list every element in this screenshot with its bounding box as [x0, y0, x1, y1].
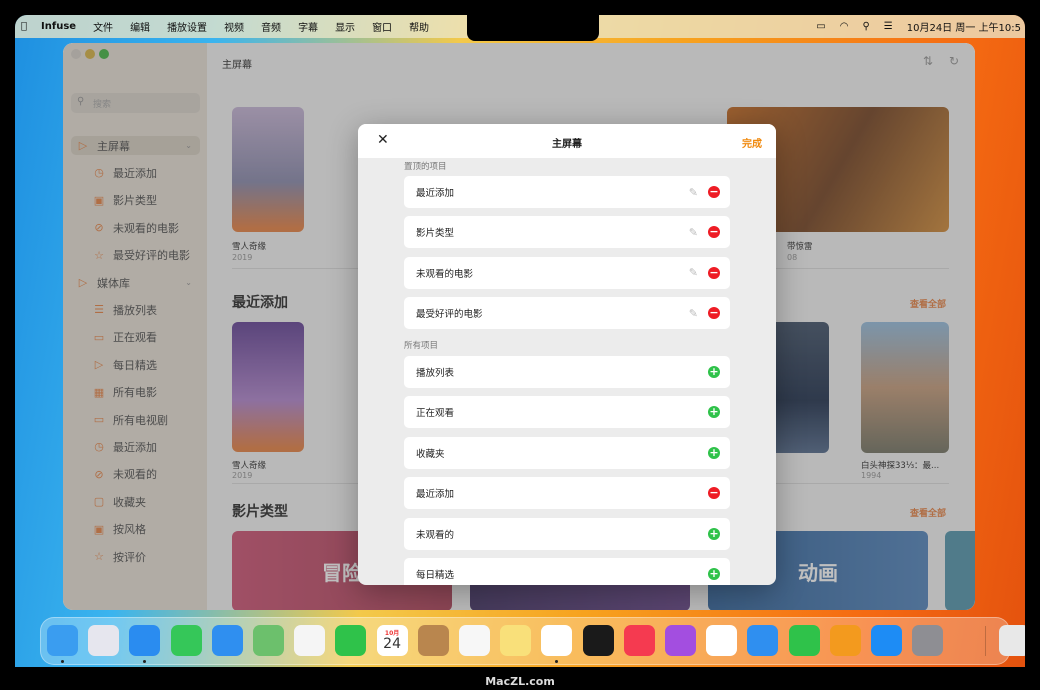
dock: 10月 24: [40, 617, 1025, 665]
trash-icon[interactable]: [999, 625, 1025, 656]
dock-divider: [985, 626, 986, 656]
remove-icon[interactable]: −: [708, 186, 720, 198]
all-item-row[interactable]: 正在观看 +: [404, 396, 730, 429]
menu-help[interactable]: 帮助: [409, 19, 429, 34]
row-label: 每日精选: [416, 570, 455, 581]
row-label: 最近添加: [416, 489, 455, 501]
edit-home-dialog: ✕ 主屏幕 完成 置顶的项目 所有项目 最近添加 ✎ − 影片类型 ✎ − 未观看的电影 ✎ −…: [358, 124, 776, 585]
watermark: MacZL.com: [485, 675, 555, 688]
infuse-window: ⚲ 搜索 ▷ 主屏幕 ⌄ ◷ 最近添加 ▣ 影片类型 ⊘ 未观看的电影 ☆ 最受好评的电影 ▷ 媒体库 ⌄ ☰…: [63, 43, 975, 610]
menu-subtitles[interactable]: 字幕: [298, 19, 318, 34]
contacts-icon[interactable]: [417, 625, 449, 656]
launchpad-icon[interactable]: [88, 625, 120, 656]
podcasts-icon[interactable]: [665, 625, 696, 656]
menu-file[interactable]: 文件: [93, 19, 113, 34]
messages-icon[interactable]: [170, 625, 202, 656]
pencil-icon[interactable]: ✎: [689, 266, 698, 279]
news-icon[interactable]: [706, 625, 738, 656]
menu-edit[interactable]: 编辑: [130, 19, 150, 34]
reminders-icon[interactable]: [459, 625, 490, 656]
all-item-row[interactable]: 最近添加 −: [404, 477, 730, 510]
row-label: 影片类型: [416, 228, 455, 240]
add-icon[interactable]: +: [708, 366, 720, 378]
row-label: 收藏夹: [416, 448, 445, 460]
all-item-row[interactable]: 未观看的 +: [404, 517, 730, 550]
keynote-icon[interactable]: [747, 625, 779, 656]
add-icon[interactable]: +: [708, 406, 720, 419]
all-item-row[interactable]: 播放列表 +: [404, 356, 730, 388]
remove-icon[interactable]: −: [708, 266, 720, 279]
music-icon[interactable]: [623, 625, 655, 656]
row-label: 最近添加: [416, 188, 455, 199]
maps-icon[interactable]: [253, 625, 284, 656]
spotlight-icon[interactable]: ⚲: [862, 21, 869, 32]
photos-icon[interactable]: [294, 625, 326, 656]
pencil-icon[interactable]: ✎: [689, 226, 698, 239]
row-label: 播放列表: [416, 368, 455, 379]
remove-icon[interactable]: −: [708, 307, 720, 320]
pinned-item-row[interactable]: 最近添加 ✎ −: [404, 176, 730, 208]
app-store-icon[interactable]: [871, 625, 902, 656]
remove-icon[interactable]: −: [708, 487, 720, 500]
numbers-icon[interactable]: [788, 625, 820, 656]
add-icon[interactable]: +: [708, 446, 720, 459]
camera-notch: [467, 15, 599, 41]
row-label: 最受好评的电影: [416, 309, 483, 321]
add-icon[interactable]: +: [708, 527, 720, 540]
row-label: 未观看的电影: [416, 268, 474, 280]
apple-menu-icon[interactable]: : [21, 21, 27, 32]
safari-icon[interactable]: [129, 625, 161, 656]
desktop:  Infuse 文件 编辑 播放设置 视频 音频 字幕 显示 窗口 帮助 ▭ …: [15, 15, 1025, 667]
pages-icon[interactable]: [829, 625, 861, 656]
add-icon[interactable]: +: [708, 568, 720, 580]
menu-window[interactable]: 窗口: [372, 19, 392, 34]
pencil-icon[interactable]: ✎: [689, 307, 698, 320]
pinned-section-label: 置顶的项目: [404, 162, 447, 172]
wifi-icon[interactable]: ◠: [840, 21, 849, 32]
battery-icon[interactable]: ▭: [816, 21, 825, 32]
apple-tv-icon[interactable]: [582, 625, 614, 656]
remove-icon[interactable]: −: [708, 226, 720, 239]
menu-view[interactable]: 显示: [335, 19, 355, 34]
running-indicator: [555, 660, 559, 663]
all-section-label: 所有项目: [404, 341, 439, 351]
done-button[interactable]: 完成: [742, 135, 762, 150]
pencil-icon[interactable]: ✎: [689, 186, 698, 199]
dialog-title: 主屏幕: [552, 139, 582, 150]
control-center-icon[interactable]: ☰: [884, 21, 893, 32]
menu-app[interactable]: Infuse: [41, 21, 76, 32]
running-indicator: [61, 660, 64, 663]
finder-icon[interactable]: [47, 625, 78, 656]
pinned-item-row[interactable]: 影片类型 ✎ −: [404, 216, 730, 249]
calendar-icon[interactable]: 10月 24: [376, 625, 408, 656]
row-label: 正在观看: [416, 408, 455, 420]
menu-playback[interactable]: 播放设置: [167, 19, 207, 34]
menu-video[interactable]: 视频: [224, 19, 244, 34]
calendar-day: 24: [383, 635, 401, 652]
facetime-icon[interactable]: [335, 625, 367, 656]
running-indicator: [143, 660, 147, 663]
pinned-item-row[interactable]: 未观看的电影 ✎ −: [404, 256, 730, 289]
pinned-item-row[interactable]: 最受好评的电影 ✎ −: [404, 297, 730, 330]
all-item-row[interactable]: 每日精选 +: [404, 558, 730, 585]
clock[interactable]: 10月24日 周一 上午10:5: [907, 19, 1021, 34]
row-label: 未观看的: [416, 529, 455, 541]
infuse-icon[interactable]: [541, 625, 573, 656]
all-item-row[interactable]: 收藏夹 +: [404, 436, 730, 469]
mail-icon[interactable]: [211, 625, 243, 656]
notes-icon[interactable]: [500, 625, 532, 656]
menu-audio[interactable]: 音频: [261, 19, 281, 34]
system-settings-icon[interactable]: [912, 625, 944, 656]
